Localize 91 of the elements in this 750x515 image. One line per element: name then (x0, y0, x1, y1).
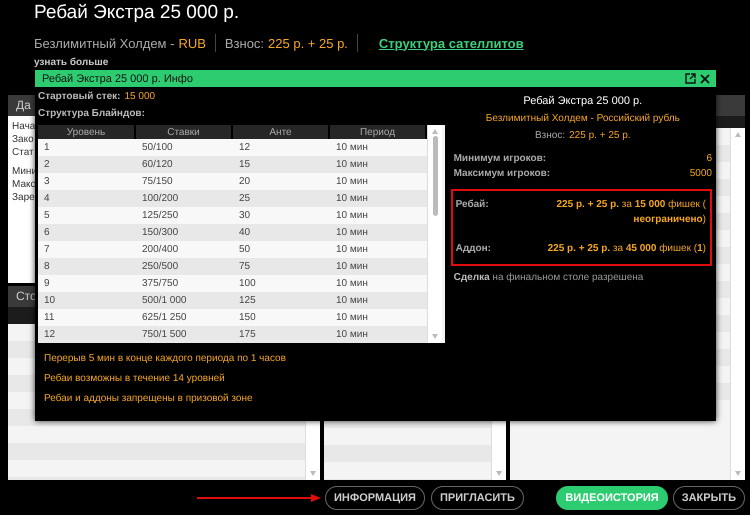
table-cell: 10 мин (330, 258, 427, 275)
table-cell: 40 (233, 224, 330, 241)
table-cell: 6 (38, 224, 136, 241)
game-description: Безлимитный Холдем - Российский рубль (484, 113, 681, 124)
starting-stack-label: Стартовый стек: (38, 91, 120, 102)
table-cell: 500/1 000 (136, 292, 233, 309)
column-header[interactable]: Период (330, 125, 427, 139)
stat-label: Минимум игроков: (454, 152, 546, 166)
table-cell: 7 (38, 241, 136, 258)
table-cell: 15 (233, 156, 330, 173)
table-cell: 10 мин (330, 224, 427, 241)
table-cell: 100 (233, 275, 330, 292)
table-cell: 5 (38, 207, 136, 224)
table-cell: 125 (233, 292, 330, 309)
outline-button[interactable]: ИНФОРМАЦИЯ (325, 486, 425, 510)
table-cell: 10 мин (330, 309, 427, 326)
stat-value: 5000 (690, 167, 712, 181)
buyin-label: Взнос: (535, 130, 566, 141)
rule-note: Перерыв 5 мин в конце каждого периода по 1 часов (44, 353, 287, 365)
table-cell: 50/100 (136, 139, 233, 156)
blinds-structure-label: Структура Блайндов: (38, 108, 146, 119)
table-cell: 375/750 (136, 275, 233, 292)
table-cell: 12 (233, 139, 330, 156)
table-cell: 30 (233, 207, 330, 224)
table-cell: 12 (38, 326, 136, 343)
buyin-value: 225 р. + 25 р. (268, 36, 348, 50)
dialog-title: Ребай Экстра 25 000 р. Инфо (42, 72, 194, 84)
column-header[interactable]: Ставки (136, 125, 233, 139)
scrollbar[interactable] (730, 128, 745, 480)
table-cell: 125/250 (136, 207, 233, 224)
table-cell: 10 мин (330, 207, 427, 224)
table-cell: 50 (233, 241, 330, 258)
table-cell: 20 (233, 173, 330, 190)
table-cell: 25 (233, 190, 330, 207)
table-cell: 100/200 (136, 190, 233, 207)
stat-value: 6 (706, 152, 712, 166)
info-line: Зако (12, 133, 34, 146)
table-cell: 750/1 500 (136, 326, 233, 343)
option-label: Ребай: (456, 198, 489, 212)
table-cell: 10 мин (330, 326, 427, 343)
table-cell: 10 мин (330, 275, 427, 292)
info-line: Стат (12, 146, 34, 159)
table-cell: 10 мин (330, 139, 427, 156)
info-line: Заре (12, 191, 35, 204)
table-cell: 75 (233, 258, 330, 275)
scrollbar[interactable] (427, 125, 442, 343)
table-cell: 175 (233, 326, 330, 343)
table-cell: 1 (38, 139, 136, 156)
outline-button[interactable]: ПРИГЛАСИТЬ (430, 486, 524, 510)
table-cell: 10 мин (330, 292, 427, 309)
stat-label: Максимум игроков: (454, 167, 550, 181)
popout-icon[interactable] (685, 73, 696, 84)
table-cell: 150 (233, 309, 330, 326)
info-title: Ребай Экстра 25 000 р. (522, 95, 644, 107)
game-type: Безлимитный Холдем - (34, 36, 174, 50)
table-cell: 9 (38, 275, 136, 292)
starting-stack-value: 15 000 (124, 91, 156, 102)
deal-note: Сделка на финальном столе разрешена (454, 272, 644, 283)
buyin-label: Взнос: (224, 36, 264, 50)
table-cell: 4 (38, 190, 136, 207)
outline-button[interactable]: ЗАКРЫТЬ (672, 486, 745, 510)
table-cell: 250/500 (136, 258, 233, 275)
tournament-title: Ребай Экстра 25 000 р. (34, 2, 240, 24)
table-cell: 10 мин (330, 173, 427, 190)
table-cell: 8 (38, 258, 136, 275)
table-cell: 625/1 250 (136, 309, 233, 326)
column-header[interactable]: Уровень (38, 125, 136, 139)
option-label: Аддон: (456, 242, 491, 256)
rule-note: Ребаи и аддоны запрещены в призовой зоне (44, 393, 254, 405)
learn-more-text: узнать больше (34, 57, 108, 68)
table-cell: 60/120 (136, 156, 233, 173)
option-value: 225 р. + 25 р. за 45 000 фишек (1) (546, 242, 706, 256)
info-line: Макс (12, 178, 36, 191)
rule-note: Ребаи возможны в течение 14 уровней (44, 373, 226, 385)
table-cell: 10 мин (330, 241, 427, 258)
table-cell: 10 (38, 292, 136, 309)
table-cell: 150/300 (136, 224, 233, 241)
table-cell: 200/400 (136, 241, 233, 258)
info-line: Нача (12, 120, 36, 133)
table-cell: 75/150 (136, 173, 233, 190)
close-icon[interactable] (700, 74, 710, 84)
table-cell: 2 (38, 156, 136, 173)
column-header[interactable]: Анте (233, 125, 330, 139)
satellite-structure-link[interactable]: Структура сателлитов (378, 36, 524, 50)
table-cell: 10 мин (330, 190, 427, 207)
option-value: 225 р. + 25 р. за 15 000 фишек ( неограничено) (555, 198, 706, 227)
table-cell: 3 (38, 173, 136, 190)
currency: RUB (178, 36, 206, 50)
buyin-value: 225 р. + 25 р. (569, 130, 631, 141)
table-cell: 11 (38, 309, 136, 326)
table-cell: 10 мин (330, 156, 427, 173)
